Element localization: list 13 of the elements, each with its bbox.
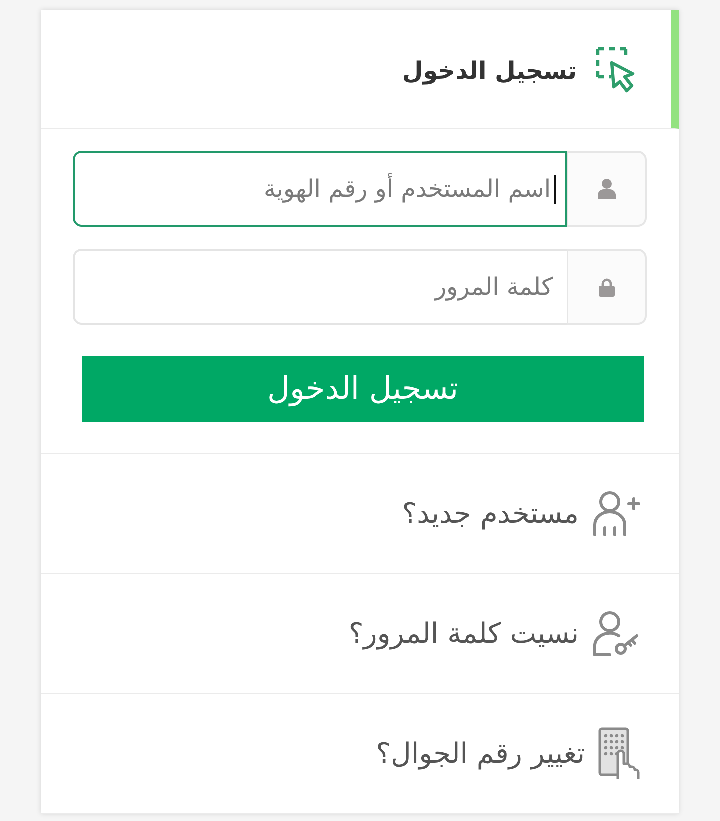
username-field[interactable]: اسم المستخدم أو رقم الهوية [73, 151, 567, 227]
password-field[interactable]: كلمة المرور [73, 249, 567, 325]
user-icon [598, 179, 616, 199]
user-key-icon [592, 610, 640, 656]
text-caret [554, 174, 556, 204]
keypad-touch-icon [598, 726, 640, 780]
menu-link[interactable]: تغيير رقم الجوال؟ [376, 726, 679, 780]
add-user-icon [592, 490, 640, 536]
menu-link[interactable]: نسيت كلمة المرور؟ [348, 610, 679, 656]
lock-icon [598, 278, 614, 296]
page-title: تسجيل الدخول [402, 56, 577, 84]
menu-link[interactable]: مستخدم جديد؟ [402, 490, 679, 536]
selection-cursor-icon [596, 46, 636, 94]
